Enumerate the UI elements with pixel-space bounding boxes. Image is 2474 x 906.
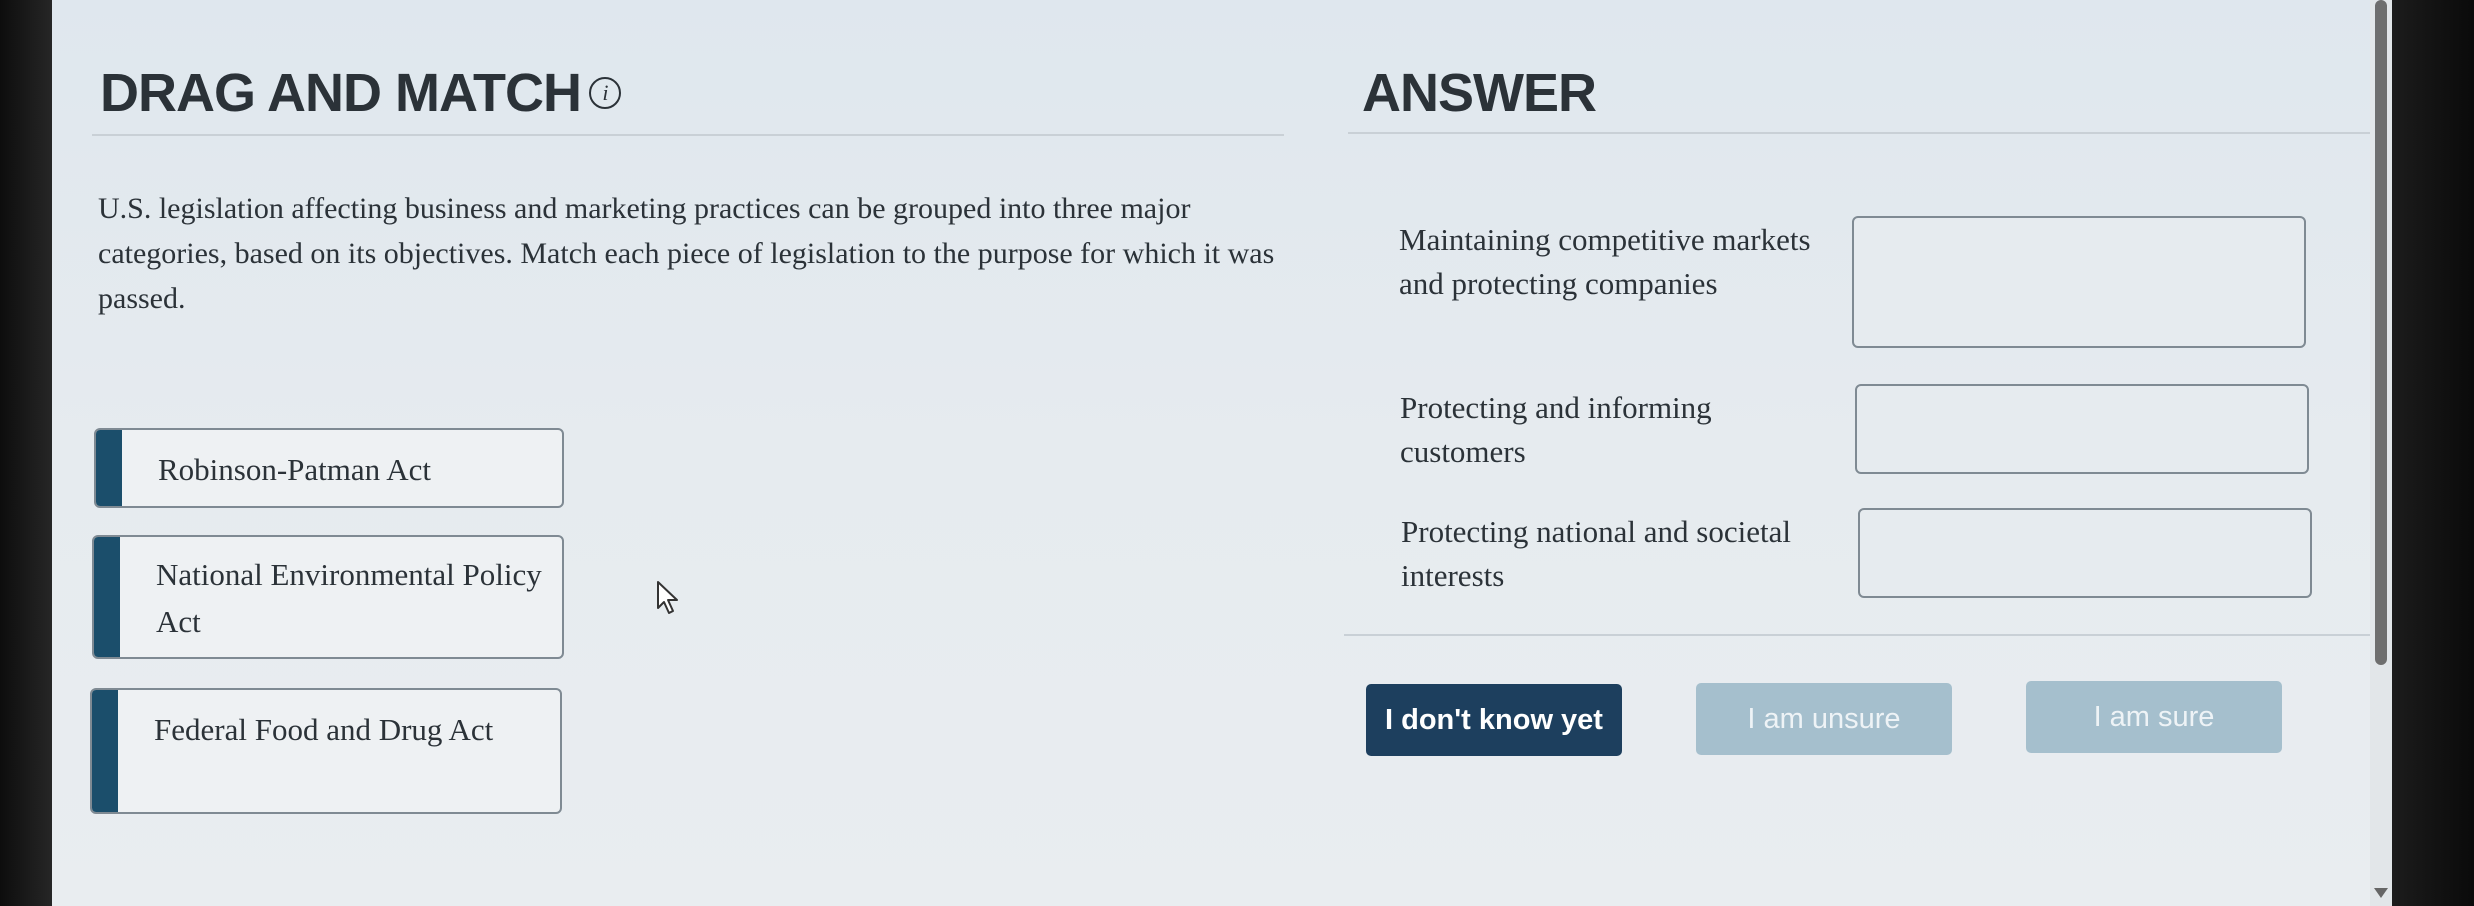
drop-zone-competitive-markets[interactable] (1852, 216, 2306, 348)
target-label-national-interests: Protecting national and societal interes… (1401, 514, 1791, 593)
drag-item-robinson-patman[interactable]: Robinson-Patman Act (94, 428, 564, 508)
drag-and-match-title: DRAG AND MATCH i (100, 62, 621, 124)
drop-zone-national-interests[interactable] (1858, 508, 2312, 598)
drag-item-national-environmental[interactable]: National Environmental Policy Act (92, 535, 564, 659)
screen-bezel-left (0, 0, 52, 906)
left-divider (92, 134, 1284, 136)
target-label-competitive-markets: Maintaining competitive markets and prot… (1399, 222, 1811, 301)
sure-button[interactable]: I am sure (2026, 681, 2282, 753)
title-text: DRAG AND MATCH (100, 63, 582, 123)
drag-handle[interactable] (92, 690, 118, 812)
dont-know-yet-button[interactable]: I don't know yet (1366, 684, 1622, 756)
drag-handle[interactable] (94, 537, 120, 657)
drag-item-label: National Environmental Policy Act (156, 557, 542, 639)
answer-bottom-divider (1344, 634, 2392, 636)
scrollbar-thumb[interactable] (2375, 0, 2387, 665)
drag-handle[interactable] (96, 430, 122, 506)
drag-item-label: Federal Food and Drug Act (154, 712, 494, 747)
question-prompt: U.S. legislation affecting business and … (98, 192, 1275, 315)
screen-bezel-right (2392, 0, 2474, 906)
drop-zone-informing-customers[interactable] (1855, 384, 2309, 474)
drag-item-label: Robinson-Patman Act (158, 452, 431, 487)
mouse-cursor-icon (657, 581, 678, 614)
right-divider (1348, 132, 2382, 134)
scroll-down-arrow-icon[interactable] (2374, 888, 2388, 898)
info-icon[interactable]: i (588, 76, 621, 109)
drag-item-federal-food-drug[interactable]: Federal Food and Drug Act (90, 688, 562, 814)
target-label-informing-customers: Protecting and informing customers (1400, 390, 1712, 469)
app-screen: DRAG AND MATCH i U.S. legislation affecti… (52, 0, 2392, 906)
vertical-scrollbar[interactable] (2370, 0, 2392, 906)
answer-title: ANSWER (1362, 63, 1597, 123)
unsure-button[interactable]: I am unsure (1696, 683, 1952, 755)
